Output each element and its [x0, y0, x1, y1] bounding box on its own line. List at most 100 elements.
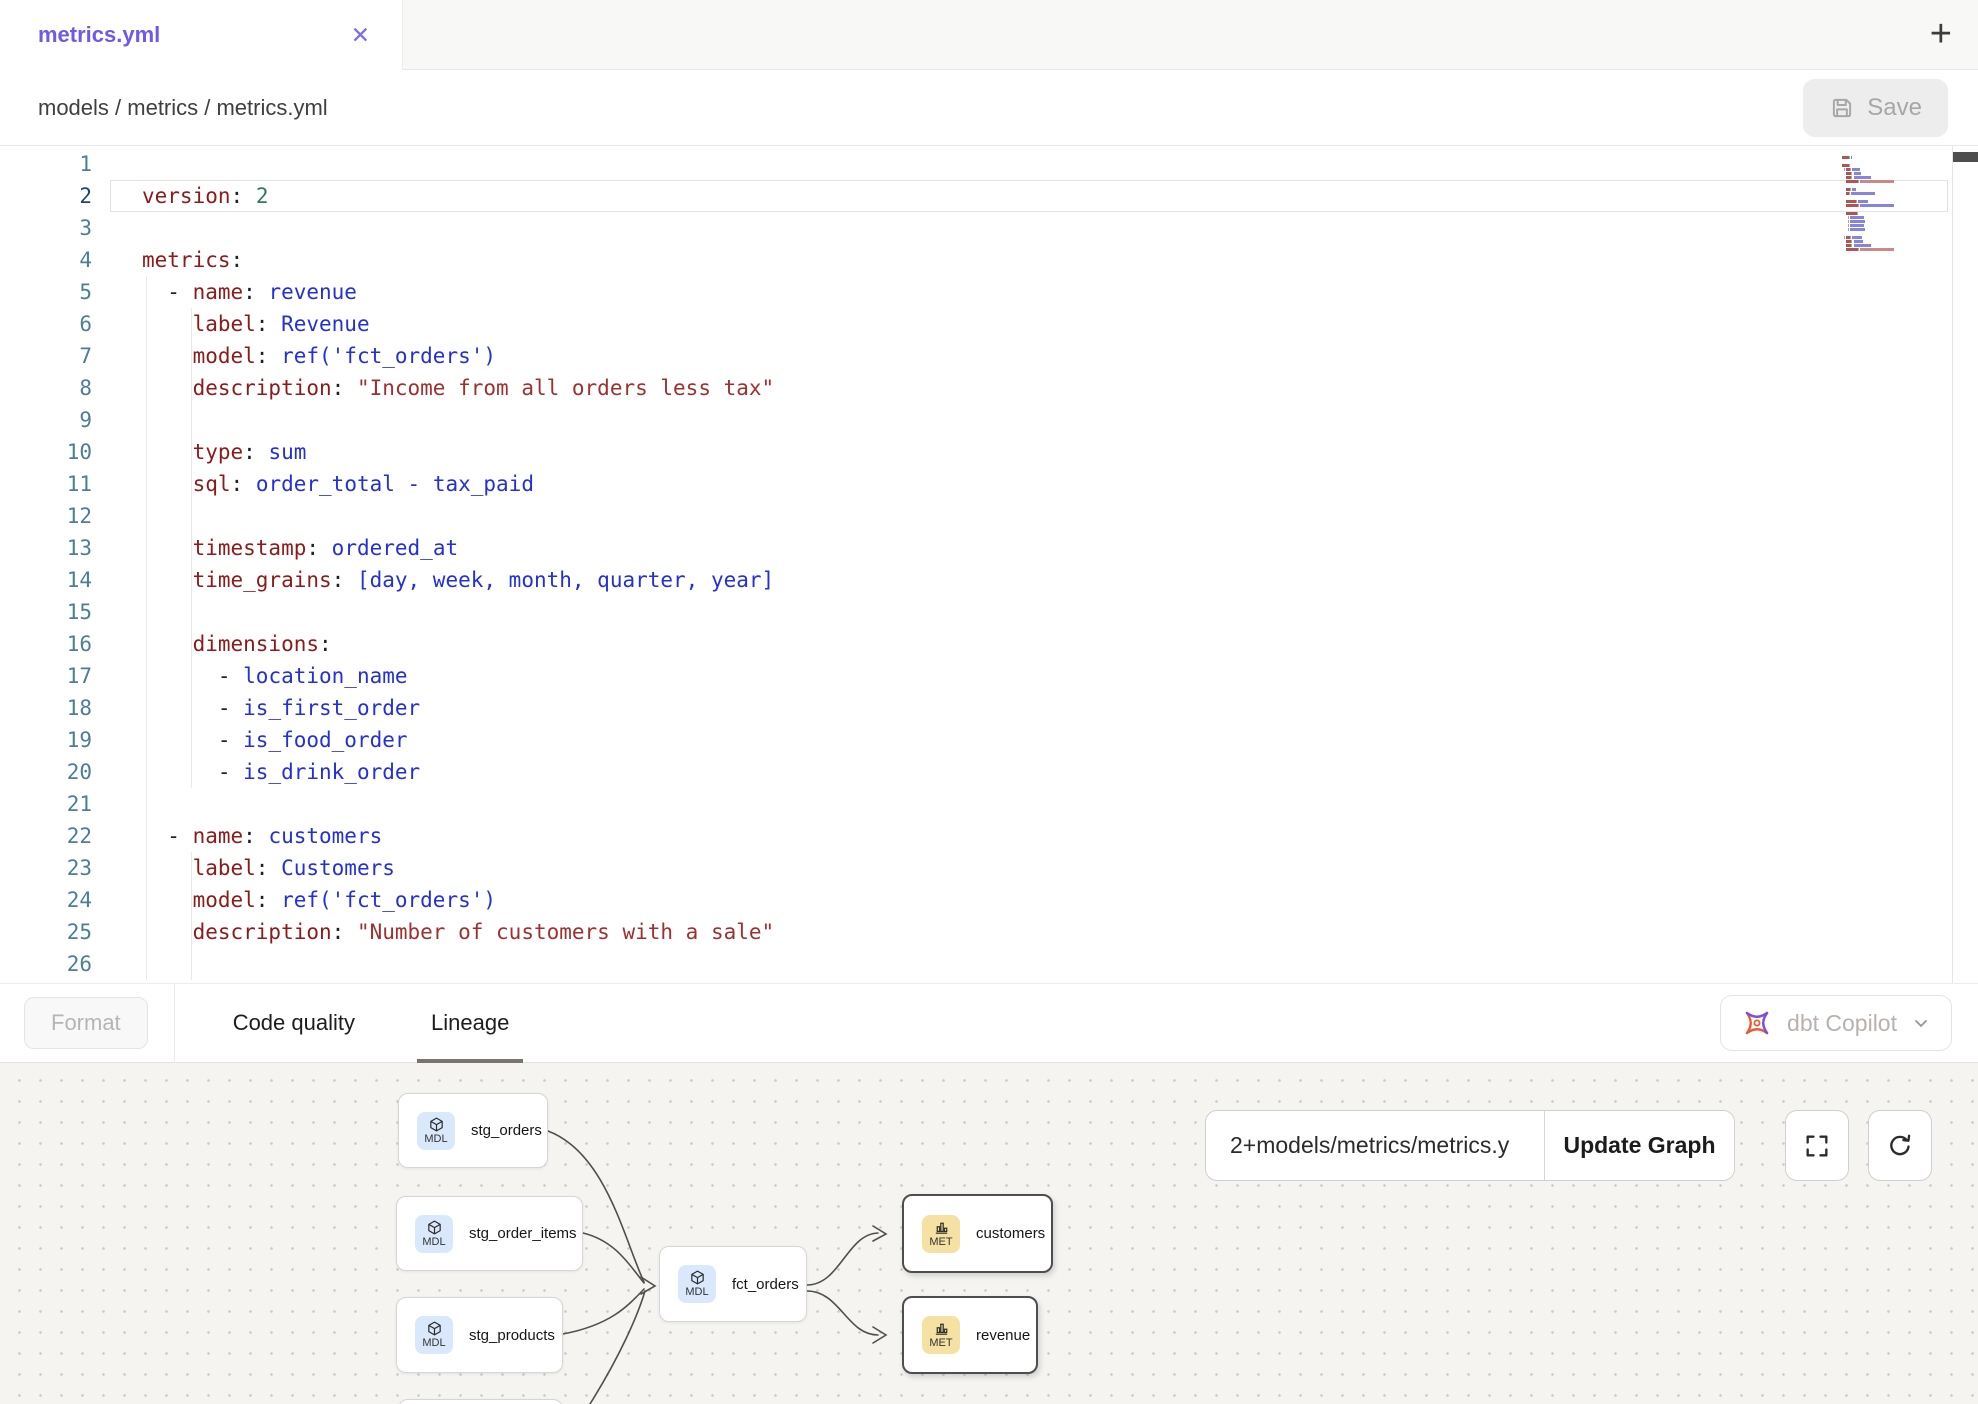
code-line: description: "Number of customers with a… — [142, 916, 1838, 948]
code-line: label: Customers — [142, 852, 1838, 884]
line-number: 9 — [0, 404, 92, 436]
lineage-node-label: stg_products — [469, 1327, 555, 1344]
line-number: 24 — [0, 884, 92, 916]
code-line: sql: order_total - tax_paid — [142, 468, 1838, 500]
editor-gutter: 1234567891011121314151617181920212223242… — [0, 148, 92, 980]
refresh-button[interactable] — [1868, 1110, 1932, 1181]
code-line: metrics: — [142, 244, 1838, 276]
line-number: 18 — [0, 692, 92, 724]
editor-code-area[interactable]: version: 2metrics: - name: revenue label… — [142, 148, 1838, 980]
tab-metrics-yml[interactable]: metrics.yml ✕ — [0, 0, 403, 70]
new-tab-plus-icon[interactable]: + — [1930, 17, 1952, 51]
toolbar-divider — [174, 984, 175, 1063]
lineage-node-label: stg_orders — [471, 1122, 542, 1139]
tab-strip: metrics.yml ✕ + — [0, 0, 1978, 70]
lineage-node-label: stg_order_items — [469, 1225, 577, 1242]
scrollbar-thumb[interactable] — [1953, 152, 1978, 162]
code-line — [142, 212, 1838, 244]
line-number: 2 — [0, 180, 92, 212]
code-line: model: ref('fct_orders') — [142, 884, 1838, 916]
code-line — [142, 788, 1838, 820]
model-icon: MDL — [678, 1265, 716, 1303]
fullscreen-button[interactable] — [1785, 1110, 1849, 1181]
line-number: 12 — [0, 500, 92, 532]
code-line: description: "Income from all orders les… — [142, 372, 1838, 404]
code-line: label: Revenue — [142, 308, 1838, 340]
lineage-node-label: customers — [976, 1225, 1045, 1242]
code-line: - is_food_order — [142, 724, 1838, 756]
line-number: 23 — [0, 852, 92, 884]
lineage-node-label: fct_orders — [732, 1276, 799, 1293]
line-number: 25 — [0, 916, 92, 948]
floppy-disk-icon — [1829, 95, 1855, 121]
lineage-node-label: revenue — [976, 1327, 1030, 1344]
line-number: 26 — [0, 948, 92, 980]
breadcrumb: models / metrics / metrics.yml — [38, 95, 328, 121]
line-number: 7 — [0, 340, 92, 372]
close-icon[interactable]: ✕ — [351, 24, 370, 47]
lineage-node-revenue[interactable]: MET revenue — [902, 1296, 1038, 1374]
code-line: version: 2 — [142, 180, 1838, 212]
code-line — [142, 948, 1838, 980]
code-line — [142, 500, 1838, 532]
code-line: - is_drink_order — [142, 756, 1838, 788]
line-number: 11 — [0, 468, 92, 500]
format-button[interactable]: Format — [24, 997, 148, 1049]
active-tab-underline — [417, 1059, 523, 1063]
breadcrumb-row: models / metrics / metrics.yml Save — [0, 70, 1978, 146]
update-graph-button[interactable]: Update Graph — [1544, 1111, 1734, 1180]
line-number: 8 — [0, 372, 92, 404]
bottom-toolbar: Format Code quality Lineage dbt Copilot — [0, 983, 1978, 1063]
code-line: - is_first_order — [142, 692, 1838, 724]
code-line — [142, 596, 1838, 628]
line-number: 22 — [0, 820, 92, 852]
line-number: 20 — [0, 756, 92, 788]
lineage-filter-input[interactable] — [1206, 1111, 1544, 1180]
tab-title: metrics.yml — [38, 22, 160, 48]
editor-minimap[interactable] — [1842, 152, 1948, 256]
code-line: - name: customers — [142, 820, 1838, 852]
model-icon: MDL — [415, 1316, 453, 1354]
line-number: 17 — [0, 660, 92, 692]
save-button[interactable]: Save — [1803, 79, 1948, 137]
lineage-node-stg_orders[interactable]: MDL stg_orders — [398, 1093, 548, 1168]
code-line — [142, 148, 1838, 180]
tab-code-quality[interactable]: Code quality — [215, 984, 373, 1063]
line-number: 1 — [0, 148, 92, 180]
tab-lineage-label: Lineage — [431, 1010, 509, 1036]
lineage-node-stg_order_items[interactable]: MDL stg_order_items — [396, 1196, 583, 1271]
line-number: 15 — [0, 596, 92, 628]
code-line: type: sum — [142, 436, 1838, 468]
tab-lineage[interactable]: Lineage — [413, 984, 527, 1063]
refresh-icon — [1886, 1132, 1914, 1160]
lineage-node-clipped_node[interactable] — [398, 1399, 563, 1404]
line-number: 14 — [0, 564, 92, 596]
chevron-down-icon — [1911, 1013, 1931, 1033]
line-number: 10 — [0, 436, 92, 468]
fullscreen-icon — [1803, 1132, 1831, 1160]
code-line — [142, 404, 1838, 436]
lineage-node-fct_orders[interactable]: MDL fct_orders — [659, 1246, 807, 1322]
code-line: timestamp: ordered_at — [142, 532, 1838, 564]
line-number: 19 — [0, 724, 92, 756]
line-number: 6 — [0, 308, 92, 340]
code-line: - location_name — [142, 660, 1838, 692]
line-number: 3 — [0, 212, 92, 244]
dbt-copilot-label: dbt Copilot — [1787, 1010, 1897, 1037]
line-number: 16 — [0, 628, 92, 660]
lineage-filter-group: Update Graph — [1205, 1110, 1735, 1181]
metric-icon: MET — [922, 1215, 960, 1253]
line-number: 13 — [0, 532, 92, 564]
metric-icon: MET — [922, 1316, 960, 1354]
dbt-copilot-button[interactable]: dbt Copilot — [1720, 995, 1952, 1051]
line-number: 4 — [0, 244, 92, 276]
model-icon: MDL — [415, 1215, 453, 1253]
save-button-label: Save — [1867, 94, 1922, 122]
lineage-canvas[interactable]: MDL stg_orders MDL stg_order_items MDL stg_pr… — [0, 1063, 1978, 1404]
tab-strip-empty-area: + — [403, 0, 1978, 70]
lineage-node-customers[interactable]: MET customers — [902, 1194, 1053, 1273]
code-line: dimensions: — [142, 628, 1838, 660]
model-icon: MDL — [417, 1112, 455, 1150]
code-editor[interactable]: 1234567891011121314151617181920212223242… — [0, 146, 1978, 983]
lineage-node-stg_products[interactable]: MDL stg_products — [396, 1297, 563, 1373]
